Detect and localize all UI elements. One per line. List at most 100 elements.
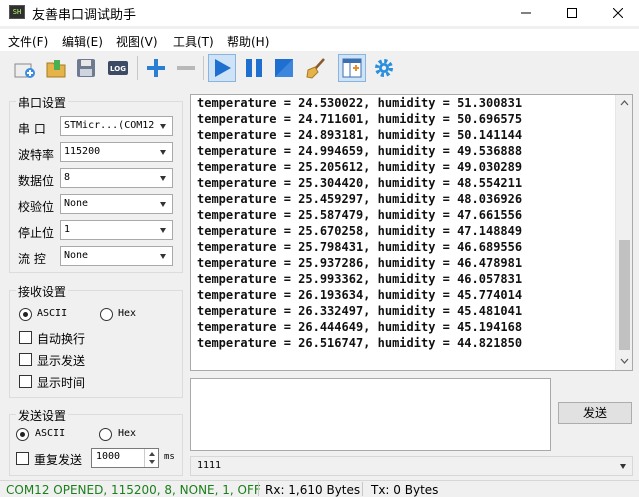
databits-label: 数据位 — [18, 174, 55, 188]
scroll-up-icon[interactable] — [620, 100, 629, 106]
status-divider — [258, 482, 259, 496]
show-time-label: 显示时间 — [37, 376, 86, 390]
send-textarea[interactable] — [190, 378, 551, 451]
close-button[interactable] — [595, 0, 639, 26]
menu-view[interactable]: 视图(V) — [116, 33, 158, 50]
layout-button[interactable] — [338, 54, 366, 82]
repeat-send-checkbox[interactable] — [16, 452, 29, 465]
pause-icon — [246, 59, 262, 77]
interval-unit: ms — [164, 452, 175, 462]
stopbits-label: 停止位 — [18, 226, 55, 240]
receive-line: temperature = 24.893181, humidity = 50.1… — [197, 128, 523, 142]
chevron-down-icon — [160, 228, 166, 233]
menu-edit[interactable]: 编辑(E) — [62, 33, 103, 50]
send-history-value: 1111 — [197, 460, 222, 471]
settings-gear-icon — [375, 59, 393, 77]
stop-button[interactable] — [270, 54, 298, 82]
title-bar: SH 友善串口调试助手 — [0, 0, 639, 26]
save-button[interactable] — [72, 54, 100, 82]
status-divider — [362, 482, 363, 496]
new-icon — [14, 63, 35, 78]
open-icon — [46, 60, 66, 78]
rx-ascii-radio[interactable] — [19, 308, 32, 321]
rx-hex-radio[interactable] — [100, 308, 113, 321]
maximize-button[interactable] — [549, 0, 595, 26]
flow-select[interactable]: None — [60, 246, 173, 266]
show-time-checkbox[interactable] — [19, 375, 32, 388]
receive-line: temperature = 25.587479, humidity = 47.6… — [197, 208, 523, 222]
interval-stepper[interactable]: 1000 — [91, 448, 159, 468]
receive-line: temperature = 25.937286, humidity = 46.4… — [197, 256, 523, 270]
parity-value: None — [64, 198, 89, 209]
repeat-send-label: 重复发送 — [34, 453, 83, 467]
flow-value: None — [64, 250, 89, 261]
menu-file[interactable]: 文件(F) — [8, 33, 48, 50]
log-icon: LOG — [108, 61, 128, 75]
receive-line: temperature = 25.304420, humidity = 48.5… — [197, 176, 523, 190]
chevron-down-icon — [160, 202, 166, 207]
receive-line: temperature = 26.516747, humidity = 44.8… — [197, 336, 523, 350]
stepper-arrows[interactable] — [144, 449, 158, 467]
minimize-button[interactable] — [503, 0, 549, 26]
tx-ascii-radio[interactable] — [16, 428, 29, 441]
window-title: 友善串口调试助手 — [32, 8, 137, 23]
port-select[interactable]: STMicr...(COM12 — [60, 116, 173, 136]
scroll-down-icon[interactable] — [620, 358, 629, 364]
spin-arrows-icon — [149, 452, 155, 464]
remove-button[interactable] — [172, 54, 200, 82]
receive-line: temperature = 25.798431, humidity = 46.6… — [197, 240, 523, 254]
port-value: STMicr...(COM12 — [64, 120, 155, 131]
interval-value: 1000 — [96, 451, 121, 462]
send-settings-title: 发送设置 — [16, 407, 69, 424]
receive-line: temperature = 24.530022, humidity = 51.3… — [197, 96, 523, 110]
open-button[interactable] — [42, 54, 70, 82]
port-label: 串 口 — [18, 122, 46, 136]
rx-hex-label: Hex — [118, 308, 137, 319]
layout-icon — [342, 58, 362, 78]
receive-textarea[interactable]: temperature = 24.530022, humidity = 51.3… — [190, 94, 633, 371]
run-button[interactable] — [208, 54, 236, 82]
send-button[interactable]: 发送 — [558, 402, 632, 424]
menu-bar: 文件(F) 编辑(E) 视图(V) 工具(T) 帮助(H) — [0, 29, 639, 51]
receive-settings-group — [9, 290, 183, 398]
receive-scrollbar[interactable] — [615, 95, 632, 370]
chevron-down-icon — [160, 124, 166, 129]
remove-icon — [177, 66, 195, 70]
receive-line: temperature = 25.459297, humidity = 48.0… — [197, 192, 523, 206]
tx-hex-radio[interactable] — [99, 428, 112, 441]
clear-button[interactable] — [302, 54, 330, 82]
stopbits-select[interactable]: 1 — [60, 220, 173, 240]
databits-select[interactable]: 8 — [60, 168, 173, 188]
settings-button[interactable] — [370, 54, 398, 82]
close-icon — [613, 8, 623, 18]
baud-select[interactable]: 115200 — [60, 142, 173, 162]
chevron-down-icon — [620, 464, 626, 469]
status-bar: COM12 OPENED, 115200, 8, NONE, 1, OFF Rx… — [0, 480, 639, 497]
port-status: COM12 OPENED, 115200, 8, NONE, 1, OFF — [6, 483, 261, 497]
auto-wrap-checkbox[interactable] — [19, 331, 32, 344]
rx-ascii-label: ASCII — [37, 308, 68, 319]
scrollbar-thumb[interactable] — [619, 240, 630, 350]
menu-help[interactable]: 帮助(H) — [227, 33, 269, 50]
pause-button[interactable] — [240, 54, 268, 82]
svg-text:LOG: LOG — [110, 65, 126, 73]
show-send-label: 显示发送 — [37, 354, 86, 368]
toolbar-separator — [137, 56, 138, 80]
save-icon — [77, 59, 95, 77]
new-button[interactable] — [10, 54, 38, 82]
chevron-down-icon — [160, 150, 166, 155]
add-button[interactable] — [142, 54, 170, 82]
send-history-combo[interactable]: 1111 — [190, 456, 633, 476]
log-button[interactable]: LOG — [104, 54, 132, 82]
receive-line: temperature = 24.994659, humidity = 49.5… — [197, 144, 523, 158]
chevron-down-icon — [160, 176, 166, 181]
parity-select[interactable]: None — [60, 194, 173, 214]
chevron-down-icon — [160, 254, 166, 259]
stopbits-value: 1 — [64, 224, 71, 235]
serial-settings-title: 串口设置 — [16, 94, 69, 111]
tx-ascii-label: ASCII — [35, 428, 66, 439]
receive-line: temperature = 24.711601, humidity = 50.6… — [197, 112, 523, 126]
stop-icon — [275, 59, 293, 77]
show-send-checkbox[interactable] — [19, 353, 32, 366]
menu-tools[interactable]: 工具(T) — [173, 33, 214, 50]
